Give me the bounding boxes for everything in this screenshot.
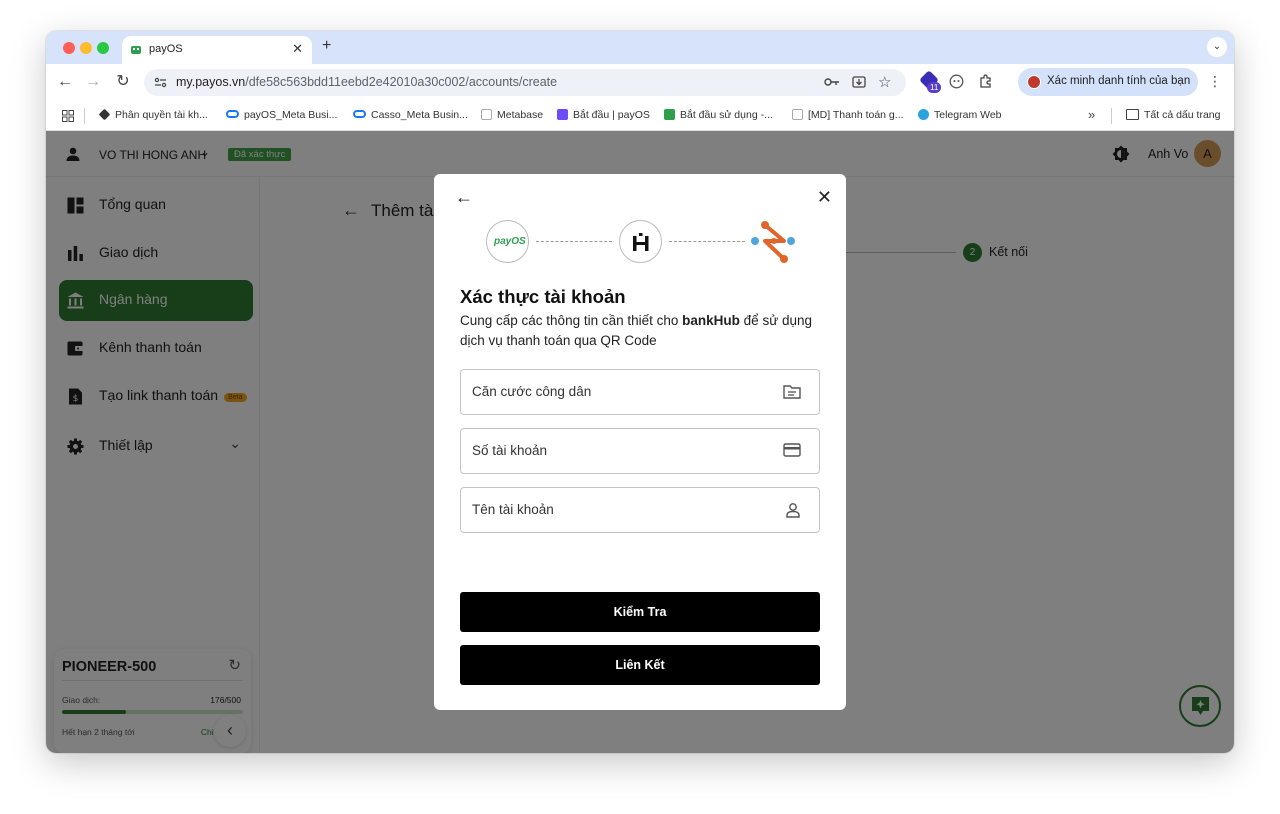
bookmarks-divider xyxy=(1111,108,1112,124)
extension-face-icon[interactable] xyxy=(949,74,964,89)
forward-icon[interactable]: → xyxy=(83,72,103,92)
bookmark-label: Phân quyền tài kh... xyxy=(115,109,208,121)
bookmark-item[interactable]: payOS_Meta Busi... xyxy=(226,109,337,121)
browser-toolbar: ← → ↻ my.payos.vn/dfe58c563bdd11eebd2e42… xyxy=(46,64,1234,101)
profile-avatar xyxy=(1027,75,1041,89)
bankhub-logo xyxy=(619,220,662,263)
bookmarks-bar: Phân quyền tài kh... payOS_Meta Busi... … xyxy=(46,101,1234,131)
bookmark-item[interactable]: Bắt đầu sử dụng -... xyxy=(664,109,773,121)
modal-description: Cung cấp các thông tin cần thiết cho ban… xyxy=(460,311,820,351)
extension-badge: 11 xyxy=(927,82,942,93)
profile-label: Xác minh danh tính của bạn xyxy=(1047,75,1191,87)
back-icon[interactable]: ← xyxy=(55,72,75,92)
bookmarks-divider xyxy=(84,108,85,124)
profile-button[interactable]: Xác minh danh tính của bạn xyxy=(1018,68,1198,96)
bookmark-item[interactable]: Phân quyền tài kh... xyxy=(98,108,208,121)
connector-line xyxy=(536,241,612,242)
tab-search-icon[interactable]: ⌄ xyxy=(1207,37,1227,57)
bookmark-item[interactable]: [MD] Thanh toán g... xyxy=(792,109,904,121)
payos-logo-text: payOS xyxy=(494,236,526,247)
verify-account-modal: ← ✕ payOS Xác thực tài khoản Cung cấp cá… xyxy=(434,174,846,710)
payos-logo: payOS xyxy=(486,220,529,263)
minimize-window-button[interactable] xyxy=(80,42,92,54)
bookmark-item[interactable]: Casso_Meta Busin... xyxy=(353,109,468,121)
folder-icon xyxy=(1126,109,1139,120)
desc-prefix: Cung cấp các thông tin cần thiết cho xyxy=(460,313,683,328)
payos-icon xyxy=(664,109,675,120)
browser-tab[interactable]: payOS ✕ xyxy=(122,36,312,65)
close-tab-icon[interactable]: ✕ xyxy=(292,41,303,57)
connector-line xyxy=(669,241,745,242)
account-number-field[interactable]: Số tài khoản xyxy=(460,428,820,474)
tab-title: payOS xyxy=(149,43,183,55)
person-icon xyxy=(786,503,800,518)
telegram-icon xyxy=(918,109,929,120)
account-number-placeholder: Số tài khoản xyxy=(472,443,548,458)
link-button[interactable]: Liên Kết xyxy=(460,645,820,685)
install-app-icon[interactable] xyxy=(852,75,866,89)
stack-icon xyxy=(98,108,111,121)
modal-title: Xác thực tài khoản xyxy=(460,286,626,307)
account-name-placeholder: Tên tài khoản xyxy=(472,502,554,517)
bank-network-logo-icon xyxy=(751,221,795,263)
bookmark-label: Metabase xyxy=(497,109,544,121)
meta-icon xyxy=(226,110,239,118)
gmail-icon xyxy=(792,109,803,120)
modal-back-icon[interactable]: ← xyxy=(455,187,473,208)
purple-square-icon xyxy=(557,109,568,120)
id-number-field[interactable]: Căn cước công dân xyxy=(460,369,820,415)
bookmark-star-icon[interactable]: ☆ xyxy=(878,73,891,91)
bookmark-label: Bắt đầu sử dụng -... xyxy=(680,109,773,121)
bookmark-item[interactable]: Metabase xyxy=(481,109,543,121)
check-button[interactable]: Kiểm Tra xyxy=(460,592,820,632)
more-bookmarks-icon[interactable]: » xyxy=(1088,107,1095,122)
password-key-icon[interactable] xyxy=(824,76,840,88)
close-window-button[interactable] xyxy=(63,42,75,54)
url-path: /dfe58c563bdd11eebd2e42010a30c002/accoun… xyxy=(245,75,558,89)
bookmark-label: payOS_Meta Busi... xyxy=(244,109,338,121)
id-number-placeholder: Căn cước công dân xyxy=(472,384,592,399)
browser-menu-icon[interactable]: ⋮ xyxy=(1208,73,1222,90)
reload-icon[interactable]: ↻ xyxy=(113,72,133,92)
meta-icon xyxy=(353,110,366,118)
gmail-icon xyxy=(481,109,492,120)
payos-app: VO THI HONG ANH ⌄ Đã xác thực Anh Vo A T… xyxy=(46,131,1234,753)
zoom-window-button[interactable] xyxy=(97,42,109,54)
bookmark-label: Bắt đầu | payOS xyxy=(573,109,650,121)
tab-strip: payOS ✕ + ⌄ xyxy=(46,31,1234,65)
bookmark-item[interactable]: Telegram Web xyxy=(918,109,1002,121)
apps-grid-icon[interactable] xyxy=(62,110,74,122)
bookmark-label: Telegram Web xyxy=(934,109,1002,121)
browser-window: payOS ✕ + ⌄ ← → ↻ my.payos.vn/dfe58c563b… xyxy=(46,31,1234,753)
desc-brand: bankHub xyxy=(682,313,740,328)
modal-close-icon[interactable]: ✕ xyxy=(817,187,832,208)
url-host: my.payos.vn xyxy=(176,75,246,89)
bookmark-label: Casso_Meta Busin... xyxy=(371,109,468,121)
all-bookmarks[interactable]: Tất cả dấu trang xyxy=(1126,109,1220,121)
extensions-puzzle-icon[interactable] xyxy=(978,73,994,89)
address-bar[interactable]: my.payos.vn/dfe58c563bdd11eebd2e42010a30… xyxy=(144,69,906,96)
bankhub-logo-icon xyxy=(633,233,649,251)
account-name-field[interactable]: Tên tài khoản xyxy=(460,487,820,533)
new-tab-icon[interactable]: + xyxy=(322,37,331,55)
credit-card-icon xyxy=(783,443,801,457)
id-card-icon xyxy=(783,385,801,399)
all-bookmarks-label: Tất cả dấu trang xyxy=(1144,109,1221,121)
url-text: my.payos.vn/dfe58c563bdd11eebd2e42010a30… xyxy=(176,75,557,89)
site-settings-icon[interactable] xyxy=(154,76,167,89)
payos-favicon-icon xyxy=(131,46,141,54)
bookmark-label: [MD] Thanh toán g... xyxy=(808,109,904,121)
bookmark-item[interactable]: Bắt đầu | payOS xyxy=(557,109,650,121)
